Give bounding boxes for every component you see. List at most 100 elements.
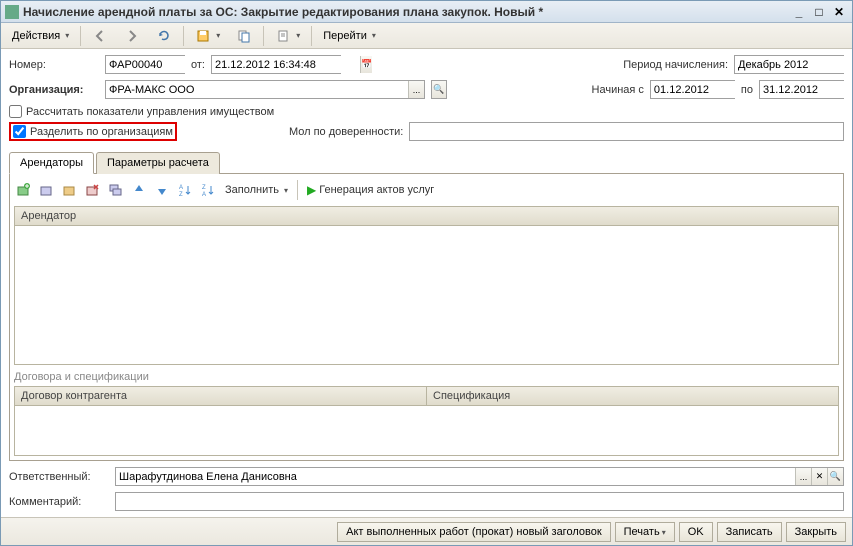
from-label: от: xyxy=(191,59,205,71)
to-field[interactable]: 📅 xyxy=(759,80,844,99)
org-search-button[interactable]: 🔍 xyxy=(431,80,447,99)
content-area: Номер: от: 📅 Период начисления: ▾ ⇅ Орга… xyxy=(1,49,852,517)
insert-icon xyxy=(39,182,55,198)
calendar-icon[interactable]: 📅 xyxy=(360,56,372,73)
nav-back-button[interactable] xyxy=(85,25,115,47)
delete-row-button[interactable] xyxy=(83,180,103,200)
org-field[interactable]: ... xyxy=(105,80,425,99)
close-window-button[interactable]: ✕ xyxy=(830,4,848,20)
maximize-button[interactable]: □ xyxy=(810,4,828,20)
period-field[interactable]: ▾ ⇅ xyxy=(734,55,844,74)
spec-col-header[interactable]: Спецификация xyxy=(427,387,838,405)
copy-row-icon xyxy=(108,182,124,198)
save-icon xyxy=(195,28,211,44)
act-button[interactable]: Акт выполненных работ (прокат) новый заг… xyxy=(337,522,610,542)
open-button[interactable]: 🔍 xyxy=(827,468,843,485)
play-icon: ▶ xyxy=(307,183,316,197)
mol-input[interactable] xyxy=(409,122,844,141)
org-input[interactable] xyxy=(106,81,408,98)
print-button[interactable]: Печать xyxy=(615,522,675,542)
select-button[interactable]: ... xyxy=(795,468,811,485)
tab-tenants[interactable]: Арендаторы xyxy=(9,152,94,174)
tenant-grid-body[interactable] xyxy=(14,226,839,365)
generate-button[interactable]: ▶Генерация актов услуг xyxy=(303,183,438,197)
edit-icon xyxy=(62,182,78,198)
refresh-icon xyxy=(156,28,172,44)
edit-row-button[interactable] xyxy=(60,180,80,200)
org-label: Организация: xyxy=(9,84,99,96)
responsible-input[interactable] xyxy=(116,468,795,485)
sort-desc-button[interactable]: ZA xyxy=(198,180,218,200)
ok-button[interactable]: OK xyxy=(679,522,713,542)
add-icon xyxy=(16,182,32,198)
window-title: Начисление арендной платы за ОС: Закрыти… xyxy=(23,5,788,19)
main-toolbar: Действия Перейти xyxy=(1,23,852,49)
separator xyxy=(183,26,184,46)
close-button[interactable]: Закрыть xyxy=(786,522,846,542)
go-menu[interactable]: Перейти xyxy=(316,25,383,47)
contracts-grid-body[interactable] xyxy=(14,406,839,456)
grid-toolbar: AZ ZA Заполнить ▶Генерация актов услуг xyxy=(14,178,839,206)
split-checkbox-label: Разделить по организациям xyxy=(30,126,173,138)
contracts-grid: Договор контрагента Спецификация xyxy=(14,386,839,456)
separator xyxy=(311,26,312,46)
calc-checkbox-label: Рассчитать показатели управления имущест… xyxy=(26,106,274,118)
period-label: Период начисления: xyxy=(623,59,728,71)
starting-field[interactable]: 📅 xyxy=(650,80,735,99)
arrow-right-icon xyxy=(124,28,140,44)
titlebar: Начисление арендной платы за ОС: Закрыти… xyxy=(1,1,852,23)
report-icon xyxy=(275,28,291,44)
copy-button[interactable] xyxy=(229,25,259,47)
save-dropdown[interactable] xyxy=(188,25,227,47)
clear-button[interactable]: ✕ xyxy=(811,468,827,485)
number-label: Номер: xyxy=(9,59,99,71)
actions-menu[interactable]: Действия xyxy=(5,25,76,47)
svg-text:Z: Z xyxy=(179,192,183,198)
copy-icon xyxy=(236,28,252,44)
arrow-down-icon xyxy=(154,182,170,198)
tab-params[interactable]: Параметры расчета xyxy=(96,152,220,174)
svg-text:A: A xyxy=(202,192,206,198)
mol-label: Мол по доверенности: xyxy=(289,126,403,138)
insert-row-button[interactable] xyxy=(37,180,57,200)
move-down-button[interactable] xyxy=(152,180,172,200)
tenant-grid-header[interactable]: Арендатор xyxy=(14,206,839,226)
select-button[interactable]: ... xyxy=(408,81,424,98)
responsible-label: Ответственный: xyxy=(9,471,109,483)
separator xyxy=(297,180,298,200)
contracts-grid-header: Договор контрагента Спецификация xyxy=(14,386,839,406)
svg-text:A: A xyxy=(179,185,183,191)
date-field[interactable]: 📅 xyxy=(211,55,341,74)
to-input[interactable] xyxy=(760,81,852,98)
sort-asc-button[interactable]: AZ xyxy=(175,180,195,200)
delete-icon xyxy=(85,182,101,198)
comment-input[interactable] xyxy=(115,492,844,511)
nav-forward-button[interactable] xyxy=(117,25,147,47)
fill-button[interactable]: Заполнить xyxy=(221,184,292,196)
responsible-field[interactable]: ... ✕ 🔍 xyxy=(115,467,844,486)
split-checkbox[interactable] xyxy=(13,125,26,138)
date-input[interactable] xyxy=(212,56,360,73)
add-row-button[interactable] xyxy=(14,180,34,200)
contract-col-header[interactable]: Договор контрагента xyxy=(15,387,427,405)
copy-row-button[interactable] xyxy=(106,180,126,200)
report-dropdown[interactable] xyxy=(268,25,307,47)
svg-text:Z: Z xyxy=(202,185,206,191)
period-input[interactable] xyxy=(735,56,852,73)
separator xyxy=(80,26,81,46)
tab-bar: Арендаторы Параметры расчета xyxy=(9,151,844,174)
move-up-button[interactable] xyxy=(129,180,149,200)
minimize-button[interactable]: _ xyxy=(790,4,808,20)
arrow-left-icon xyxy=(92,28,108,44)
starting-label: Начиная с xyxy=(592,84,644,96)
sort-asc-icon: AZ xyxy=(177,182,193,198)
save-button[interactable]: Записать xyxy=(717,522,782,542)
calc-checkbox[interactable] xyxy=(9,105,22,118)
sort-desc-icon: ZA xyxy=(200,182,216,198)
to-label: по xyxy=(741,84,753,96)
arrow-up-icon xyxy=(131,182,147,198)
refresh-button[interactable] xyxy=(149,25,179,47)
split-highlight: Разделить по организациям xyxy=(9,122,177,141)
contracts-section-label: Договора и спецификации xyxy=(14,371,839,383)
number-field[interactable] xyxy=(105,55,185,74)
